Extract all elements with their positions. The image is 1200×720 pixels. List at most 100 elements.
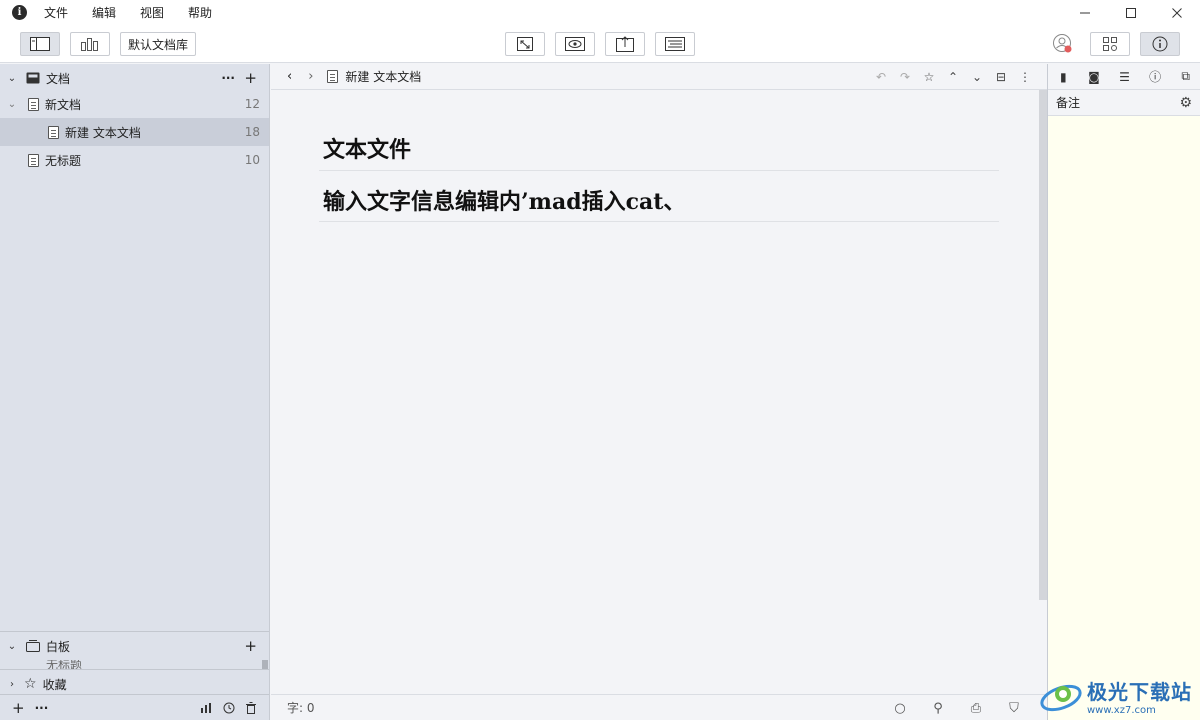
- toggle-sidebar-button[interactable]: [20, 32, 60, 56]
- maximize-icon: [1126, 7, 1136, 18]
- theme-shirt-icon[interactable]: ⛉: [995, 701, 1033, 716]
- sidebar-item-label: 新建 文本文档: [65, 125, 141, 140]
- sidebar-item-text-doc[interactable]: 新建 文本文档 18: [0, 118, 269, 146]
- panel-tabs: ▮ ◙ ☰ ⓘ ⧉: [1048, 64, 1200, 90]
- app-logo-icon: i: [12, 5, 27, 20]
- forward-icon[interactable]: ›: [308, 69, 313, 84]
- menu-file[interactable]: 文件: [44, 4, 68, 21]
- chevron-down-icon: ⌄: [7, 640, 17, 652]
- more-options-icon[interactable]: ···: [221, 71, 235, 85]
- watermark: 极光下载站 www.xz7.com: [1037, 676, 1192, 716]
- back-icon[interactable]: ‹: [287, 69, 292, 84]
- heading-text: 文本文件: [323, 137, 412, 163]
- more-icon[interactable]: ···: [35, 701, 49, 715]
- breadcrumb[interactable]: 新建 文本文档: [345, 68, 421, 85]
- trash-icon[interactable]: [245, 701, 257, 714]
- maximize-button[interactable]: [1108, 0, 1154, 25]
- menu-edit[interactable]: 编辑: [92, 4, 116, 21]
- sidebar-section-whiteboard[interactable]: ⌄ 白板 +: [0, 632, 269, 660]
- chevron-down-icon: ⌄: [7, 72, 17, 84]
- account-button[interactable]: [1052, 33, 1074, 55]
- bar-chart-icon: [81, 38, 98, 51]
- document-icon: [28, 97, 39, 111]
- focus-mode-button[interactable]: [505, 32, 545, 56]
- whiteboard-list-partial: 无标题: [0, 660, 269, 669]
- sidebar-item-new-doc[interactable]: ⌄ 新文档 12: [0, 90, 269, 118]
- whiteboard-icon: [26, 640, 40, 652]
- section-docs-label: 文档: [46, 71, 71, 86]
- sidebar-item-untitled[interactable]: 无标题 10: [0, 146, 269, 174]
- sidebar-layout-icon: [30, 37, 50, 51]
- user-avatar-icon: [1053, 34, 1072, 53]
- watermark-logo-icon: [1037, 678, 1085, 714]
- status-bar: 字: 0 ○ ⚲ ⎙ ⛉: [271, 694, 1047, 720]
- item-count: 12: [244, 97, 260, 111]
- paint-roller-icon[interactable]: ⚲: [919, 701, 957, 716]
- library-selector[interactable]: 默认文档库: [120, 32, 197, 56]
- eye-icon: [565, 37, 585, 51]
- redo-icon[interactable]: ↷: [893, 70, 917, 84]
- grid-icon: [1103, 37, 1117, 51]
- circle-icon[interactable]: ○: [881, 701, 919, 716]
- inbox-icon: [26, 72, 40, 84]
- preview-button[interactable]: [555, 32, 595, 56]
- info-icon: [1152, 36, 1168, 52]
- close-button[interactable]: [1154, 0, 1200, 25]
- notes-title: 备注: [1056, 96, 1081, 110]
- align-text-icon: [665, 37, 685, 51]
- print-icon[interactable]: ⎙: [957, 701, 995, 716]
- chevron-down-icon: ⌄: [7, 98, 17, 110]
- item-count: 18: [244, 125, 260, 139]
- watermark-title: 极光下载站: [1087, 680, 1192, 704]
- format-button[interactable]: [655, 32, 695, 56]
- add-doc-icon[interactable]: +: [244, 69, 257, 87]
- menu-view[interactable]: 视图: [140, 4, 164, 21]
- document-icon: [48, 125, 59, 139]
- sidebar-section-docs[interactable]: ⌄ 文档 ··· +: [0, 64, 269, 92]
- document-icon: [327, 70, 339, 83]
- apps-grid-button[interactable]: [1090, 32, 1130, 56]
- document-icon: [28, 153, 39, 167]
- body-text: 输入文字信息编辑内’mad插入cat、: [323, 189, 686, 215]
- document-line[interactable]: 输入文字信息编辑内’mad插入cat、: [319, 171, 999, 222]
- split-view-icon[interactable]: ⊟: [989, 70, 1013, 84]
- sidebar-footer: + ···: [0, 694, 269, 720]
- toolbar: 默认文档库: [0, 25, 1200, 63]
- more-vertical-icon[interactable]: ⋮: [1013, 70, 1037, 84]
- map-icon[interactable]: ⧉: [1170, 69, 1200, 84]
- undo-icon[interactable]: ↶: [869, 70, 893, 84]
- sidebar-item-label: 无标题: [45, 153, 82, 168]
- editor-tools: ↶ ↷ ☆ ⌃ ⌄ ⊟ ⋮: [869, 64, 1037, 90]
- notes-area[interactable]: [1048, 116, 1200, 720]
- editor-header: ‹ › 新建 文本文档 ↶ ↷ ☆ ⌃ ⌄ ⊟ ⋮: [271, 64, 1047, 90]
- document-line[interactable]: 文本文件: [319, 128, 999, 171]
- export-button[interactable]: [605, 32, 645, 56]
- chevron-up-icon[interactable]: ⌃: [941, 70, 965, 84]
- partial-item-label: 无标题: [46, 660, 83, 669]
- info-panel-button[interactable]: [1140, 32, 1180, 56]
- chevron-down-icon[interactable]: ⌄: [965, 70, 989, 84]
- scrollbar-thumb[interactable]: [262, 660, 268, 669]
- stats-icon[interactable]: [200, 702, 212, 714]
- camera-icon[interactable]: ◙: [1079, 70, 1110, 84]
- window-controls: [1062, 0, 1200, 25]
- editor-scrollbar[interactable]: [1039, 90, 1047, 600]
- editor: ‹ › 新建 文本文档 ↶ ↷ ☆ ⌃ ⌄ ⊟ ⋮ 文本文件 输入文字信息编辑内…: [271, 64, 1047, 694]
- minimize-icon: [1080, 12, 1090, 13]
- add-icon[interactable]: +: [12, 699, 25, 717]
- history-icon[interactable]: [223, 702, 235, 714]
- notebook-icon[interactable]: ▮: [1048, 70, 1079, 84]
- add-whiteboard-icon[interactable]: +: [244, 637, 257, 655]
- notes-header: 备注 ⚙: [1048, 90, 1200, 116]
- info-icon[interactable]: ⓘ: [1140, 68, 1171, 85]
- chevron-right-icon: ›: [10, 678, 14, 690]
- menu-bar: 文件 编辑 视图 帮助: [44, 4, 236, 21]
- minimize-button[interactable]: [1062, 0, 1108, 25]
- section-favorites-label: 收藏: [42, 677, 67, 692]
- sidebar-item-label: 新文档: [45, 97, 82, 112]
- menu-help[interactable]: 帮助: [188, 4, 212, 21]
- outline-view-button[interactable]: [70, 32, 110, 56]
- gear-icon[interactable]: ⚙: [1179, 95, 1192, 111]
- list-icon[interactable]: ☰: [1109, 70, 1140, 84]
- star-icon[interactable]: ☆: [917, 70, 941, 84]
